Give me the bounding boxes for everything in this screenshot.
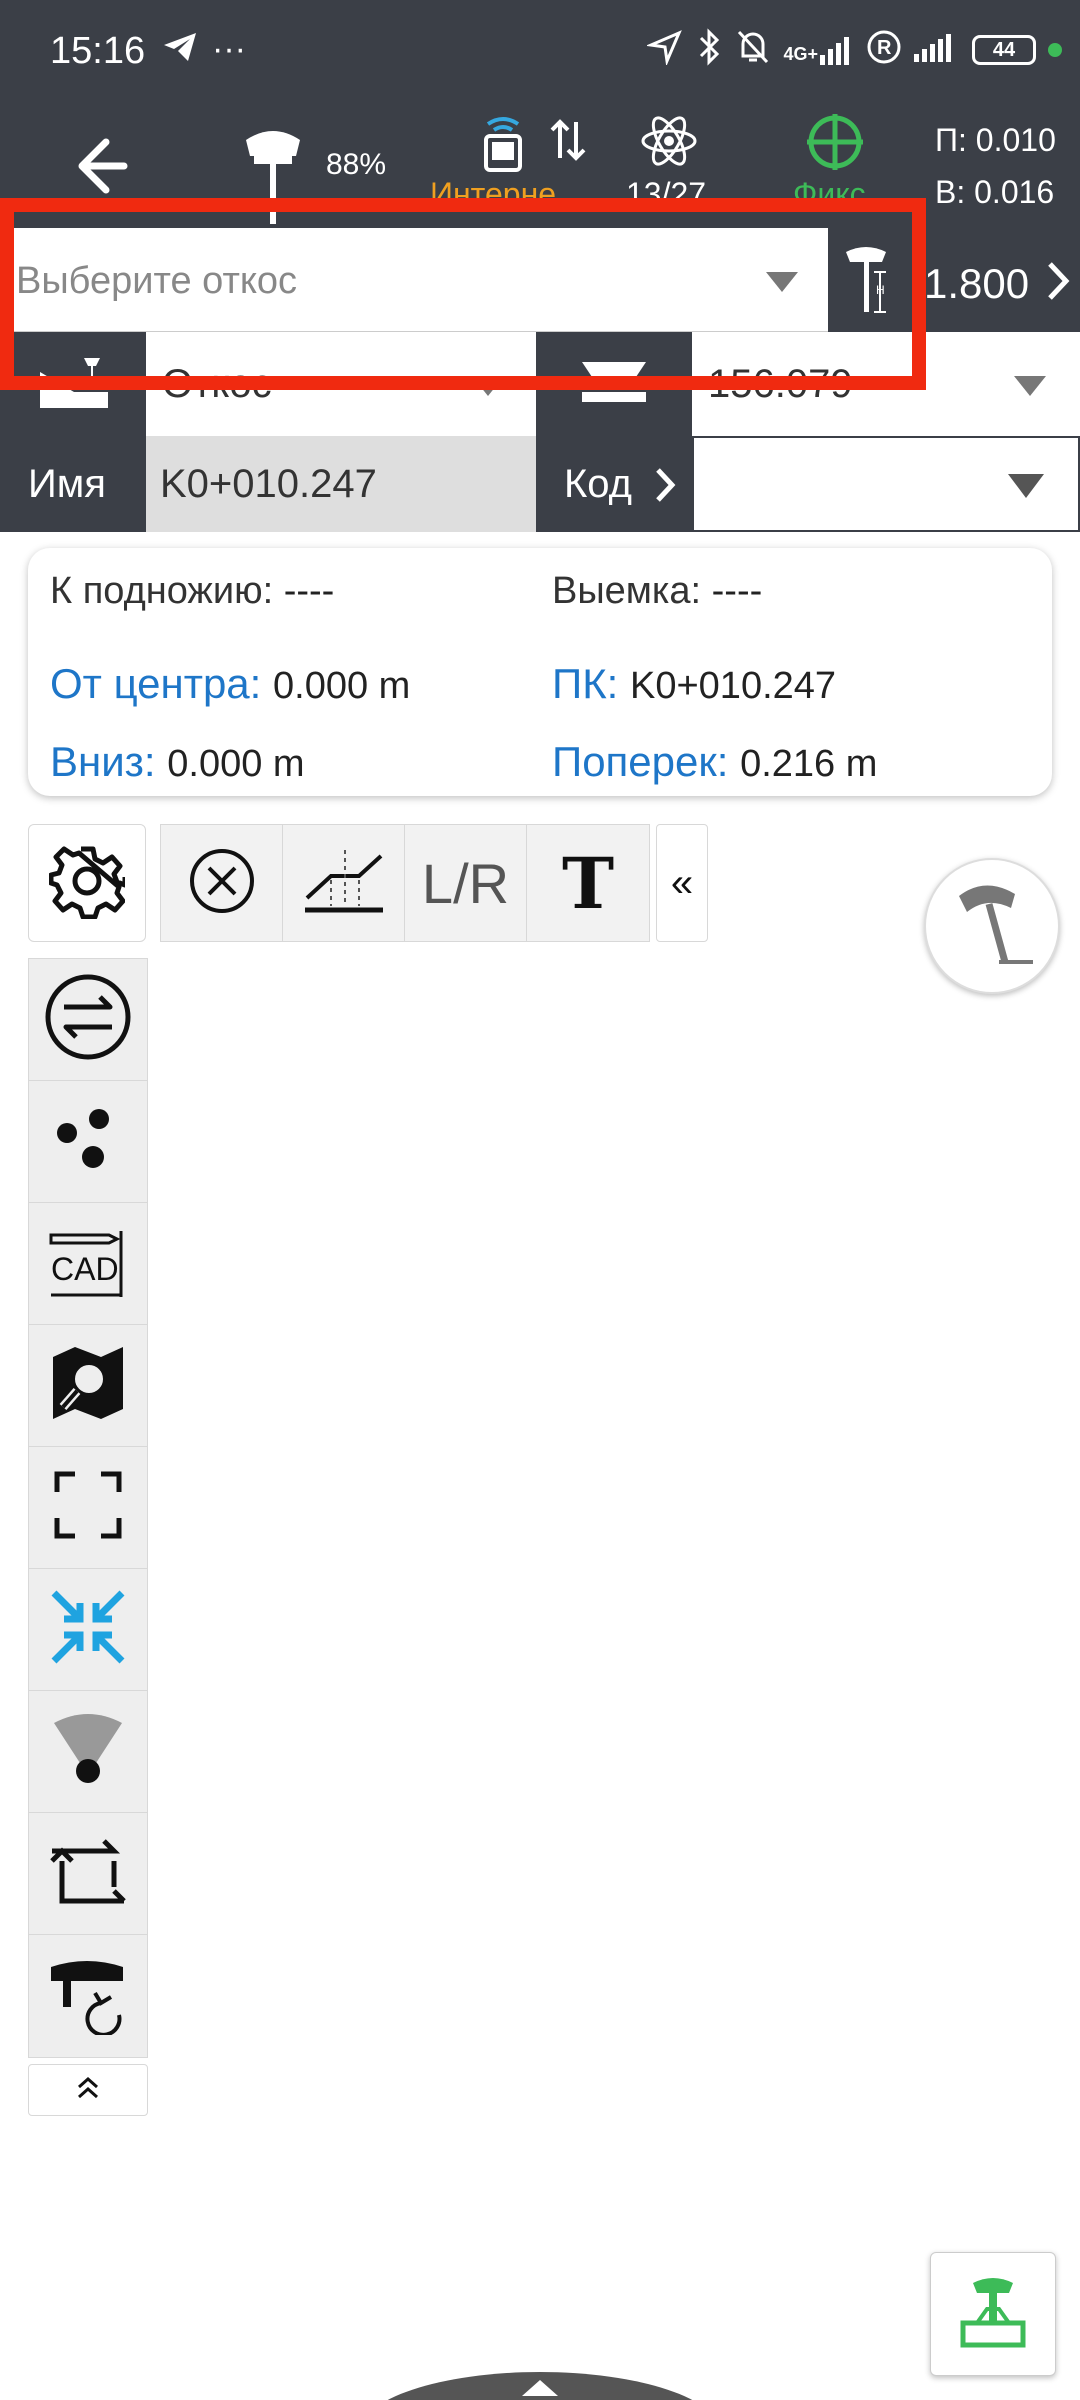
highlight-frame <box>0 198 926 390</box>
down-value: 0.000 m <box>167 743 305 785</box>
rotate-view-button[interactable] <box>29 1813 147 1935</box>
network-datalink-icon[interactable] <box>478 114 528 179</box>
point-name-input[interactable]: K0+010.247 <box>146 436 536 532</box>
collapse-label: « <box>670 860 694 905</box>
satellite-icon[interactable] <box>640 112 698 175</box>
across-label: Поперек: <box>552 738 729 785</box>
cad-button[interactable]: CAD <box>29 1203 147 1325</box>
cad-icon: CAD <box>47 1227 129 1301</box>
stake-pole-icon <box>949 874 1035 979</box>
across-value: 0.216 m <box>740 743 878 785</box>
location-cone-button[interactable] <box>29 1691 147 1813</box>
more-notifications-icon: ··· <box>212 30 246 68</box>
back-button[interactable] <box>60 130 140 200</box>
svg-text:R: R <box>877 37 892 59</box>
privacy-indicator-dot <box>1048 43 1062 57</box>
receiver-battery-value: 88% <box>326 148 387 181</box>
bluetooth-icon <box>695 28 723 72</box>
fullscreen-icon <box>53 1470 123 1545</box>
battery-icon: 44 <box>972 35 1036 65</box>
lr-label: L/R <box>421 851 510 915</box>
code-label: Код <box>564 462 633 506</box>
full-extent-button[interactable] <box>29 1447 147 1569</box>
slope-profile-icon <box>301 846 387 921</box>
code-dropdown[interactable] <box>692 436 1080 532</box>
swap-arrows-icon <box>44 973 132 1066</box>
cut-label: Выемка: <box>552 570 702 612</box>
station-label: ПК: <box>552 660 619 707</box>
precision-horizontal: П: 0.010 <box>935 122 1056 158</box>
zoom-to-target-button[interactable] <box>29 1569 147 1691</box>
code-button[interactable]: Код <box>536 436 692 532</box>
stakeout-target-button[interactable] <box>930 2252 1056 2376</box>
chevron-up-icon <box>518 2376 562 2400</box>
from-center-value: 0.000 m <box>273 665 411 707</box>
receiver-refresh-icon <box>43 1953 133 2040</box>
receiver-refresh-button[interactable] <box>29 1935 147 2057</box>
chevron-down-icon <box>1014 376 1046 396</box>
map-search-button[interactable] <box>29 1325 147 1447</box>
precision-vertical: В: 0.016 <box>935 174 1055 210</box>
to-toe-value: ---- <box>283 570 335 612</box>
profile-button[interactable] <box>283 825 405 941</box>
location-icon <box>645 29 683 71</box>
swap-button[interactable] <box>29 959 147 1081</box>
chevron-right-icon <box>654 466 678 514</box>
from-center-label: От центра: <box>50 660 262 707</box>
settings-button[interactable] <box>28 824 146 942</box>
location-cone-icon <box>50 1709 126 1794</box>
collapse-toolbar-button[interactable]: « <box>656 824 708 942</box>
pole-height-value: 1.800 <box>924 260 1030 307</box>
telegram-icon <box>162 31 198 68</box>
left-right-toggle-button[interactable]: L/R <box>405 825 527 941</box>
double-chevron-up-icon <box>75 2075 101 2106</box>
cut-value: ---- <box>711 570 763 612</box>
data-transfer-icon <box>548 118 588 167</box>
side-toolbar: CAD <box>28 958 148 2058</box>
name-label-cell: Имя <box>0 436 146 532</box>
chevron-right-icon <box>1044 260 1072 307</box>
mobile-signal-icon: 4G+ <box>783 35 854 65</box>
gear-icon <box>48 843 128 924</box>
station-value: K0+010.247 <box>630 665 837 707</box>
text-tool-button[interactable]: T <box>527 825 649 941</box>
horizontal-toolbar: L/R T <box>160 824 650 942</box>
point-name-value: K0+010.247 <box>160 462 377 506</box>
status-time: 15:16 <box>50 30 146 72</box>
top-header: 15:16 ··· 4G+ R 44 88% Интерне 13/27 Фик… <box>0 0 1080 228</box>
points-button[interactable] <box>29 1081 147 1203</box>
rotate-arrows-icon <box>48 1837 128 1910</box>
stakeout-target-icon <box>957 2275 1029 2354</box>
bell-muted-icon <box>735 28 771 72</box>
status-bar: 15:16 ··· 4G+ R 44 <box>0 0 1080 100</box>
fix-status-icon[interactable] <box>805 112 865 177</box>
to-toe-label: К подножию: <box>50 570 274 612</box>
points-icon <box>53 1107 123 1176</box>
stakeout-button[interactable] <box>924 858 1060 994</box>
circle-x-icon <box>187 846 257 921</box>
stakeout-info-panel: К подножию: ---- Выемка: ---- От центра:… <box>28 548 1052 796</box>
expand-up-button[interactable] <box>28 2064 148 2116</box>
mobile-signal-2-icon <box>914 32 960 68</box>
map-search-icon <box>49 1343 127 1428</box>
name-label: Имя <box>28 462 106 506</box>
collapse-arrows-icon <box>48 1587 128 1672</box>
text-tool-label: T <box>561 841 615 925</box>
down-label: Вниз: <box>50 738 156 785</box>
clear-button[interactable] <box>161 825 283 941</box>
chevron-down-icon <box>1008 474 1044 498</box>
bottom-sheet-handle[interactable] <box>360 2372 720 2400</box>
roaming-icon: R <box>866 29 902 71</box>
precision-readout: П: 0.010 В: 0.016 <box>935 114 1056 218</box>
